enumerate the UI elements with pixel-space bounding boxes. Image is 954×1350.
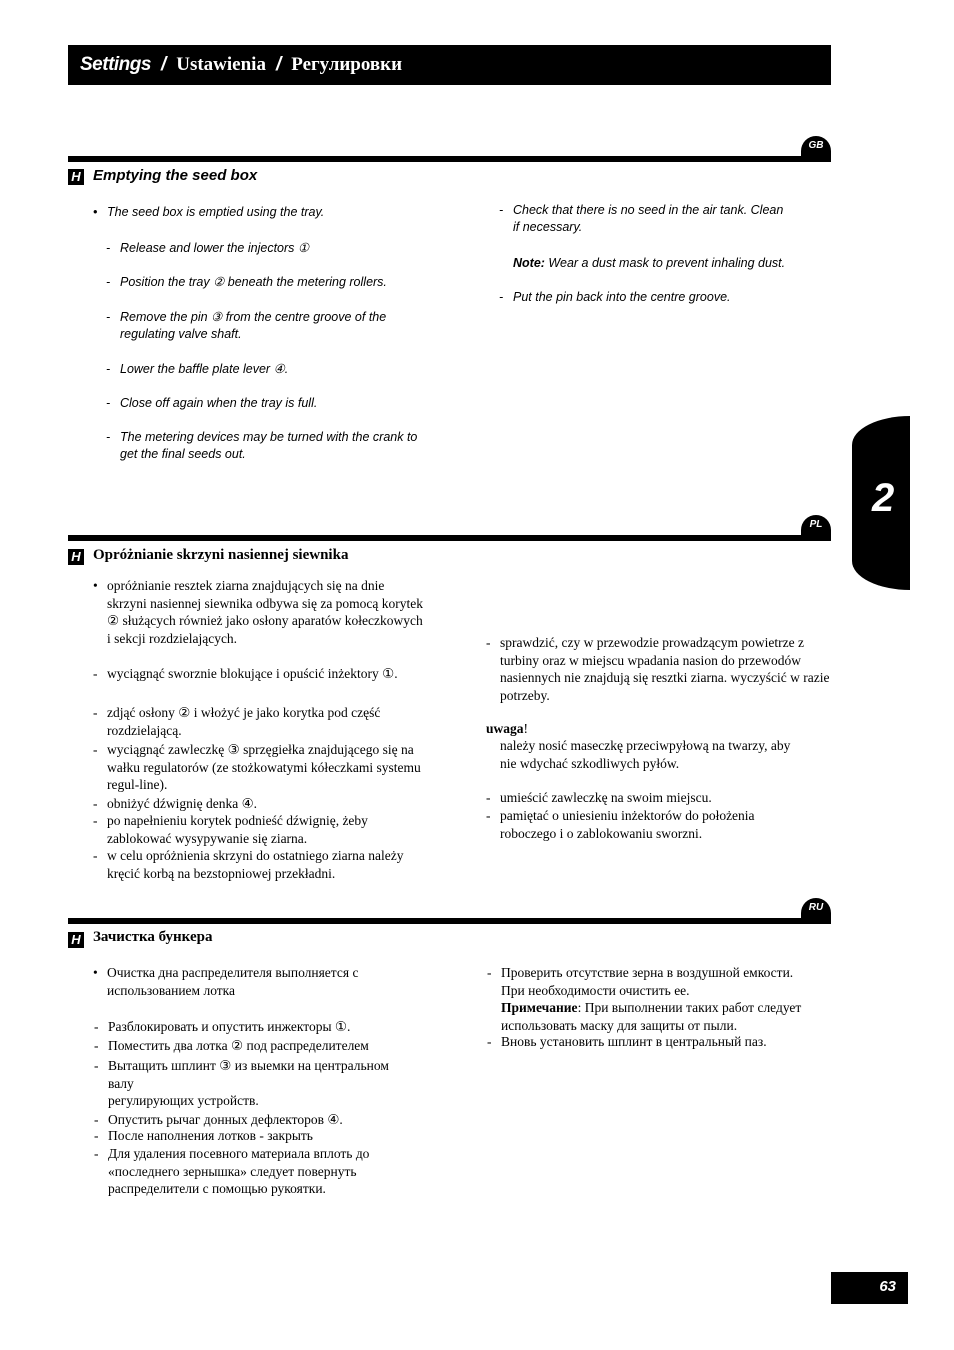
list-item: - Вытащить шплинт ③ из выемки на централь…	[94, 1058, 389, 1108]
list-item: -w celu opróżnienia skrzyni do ostatnieg…	[93, 848, 404, 881]
section-rule	[68, 918, 831, 924]
lang-tab-gb: GB	[801, 136, 831, 158]
note-label: uwaga	[486, 721, 524, 736]
section-title-ru: Зачистка бункера	[93, 929, 213, 945]
list-item: - Position the tray ② beneath the meterin…	[106, 275, 387, 289]
list-item: - Release and lower the injectors ①	[106, 241, 310, 255]
list-item: - Put the pin back into the centre groove…	[499, 290, 731, 304]
section-marker-icon: H	[68, 169, 84, 185]
list-item: - umieścić zawleczkę na swoim miejscu.	[486, 790, 712, 805]
list-item: - Вновь установить шплинт в центральный п…	[487, 1034, 767, 1049]
page-number: 63	[831, 1272, 908, 1304]
note-heading: uwaga!	[486, 721, 529, 736]
header-separator: /	[160, 54, 167, 75]
list-item: - zdjąć osłony ② i włożyć je jako korytka…	[93, 705, 381, 738]
list-item: • opróżnianie resztek ziarna znajdujących…	[93, 578, 424, 646]
list-item: - The metering devices may be turned with…	[106, 430, 418, 461]
list-item: - Поместить два лотка ② под распределител…	[94, 1038, 369, 1053]
chapter-number: 2	[872, 476, 895, 520]
list-item: - wyciągnąć sworznie blokujące i opuścić …	[93, 666, 398, 681]
list-item: - obniżyć dźwignię denka ④.	[93, 796, 258, 811]
lang-tab-ru: RU	[801, 898, 831, 920]
header-title-en: Settings	[80, 54, 151, 75]
section-rule	[68, 156, 831, 162]
section-title-gb: Emptying the seed box	[93, 167, 258, 184]
header-title-ru: Регулировки	[291, 54, 403, 75]
section-title-pl: Opróżnianie skrzyni nasiennej siewnika	[93, 547, 349, 563]
list-item: - pamiętać o uniesieniu inżektorów do poł…	[486, 808, 755, 841]
list-item: - Lower the baffle plate lever ④.	[106, 362, 289, 376]
list-item: - Проверить отсутствие зерна в воздушной …	[487, 965, 802, 1033]
note-label: Примечание	[501, 1000, 578, 1015]
note-label: Note:	[513, 256, 545, 270]
page-header: Settings / Ustawienia / Регулировки	[68, 45, 831, 85]
header-separator: /	[275, 54, 282, 75]
section-marker-icon: H	[68, 549, 84, 565]
note-text: należy nosić maseczkę przeciwpyłową na t…	[500, 738, 791, 771]
list-item: - Опустить рычаг донных дефлекторов ④.	[94, 1112, 343, 1127]
lang-tab-pl: PL	[801, 515, 831, 537]
list-item: • The seed box is emptied using the tray…	[93, 205, 325, 219]
list-item: - Разблокировать и опустить инжекторы ①.	[94, 1019, 351, 1034]
section-marker-icon: H	[68, 932, 84, 948]
section-rule	[68, 535, 831, 541]
note-text: Wear a dust mask to prevent inhaling dus…	[544, 256, 786, 270]
list-item: - wyciągnąć zawleczkę ③ sprzęgiełka znajd…	[93, 742, 421, 792]
header-title-pl: Ustawienia	[176, 54, 266, 75]
note: Note: Wear a dust mask to prevent inhali…	[513, 255, 833, 272]
list-item: - Check that there is no seed in the air …	[499, 203, 784, 234]
list-item: - Close off again when the tray is full.	[106, 396, 318, 410]
list-item: - После наполнения лотков - закрыть	[94, 1128, 313, 1143]
list-item: - sprawdzić, czy w przewodzie prowadzącym…	[486, 635, 830, 703]
bullet-marker: •	[93, 205, 98, 219]
list-item: - Для удаления посевного материала вплоть…	[94, 1146, 370, 1196]
list-item: - po napełnieniu korytek podnieść dźwigni…	[93, 813, 368, 846]
list-item: - Remove the pin ③ from the centre groove…	[106, 310, 387, 341]
list-item: • Очистка дна распределителя выполняется …	[93, 965, 359, 998]
